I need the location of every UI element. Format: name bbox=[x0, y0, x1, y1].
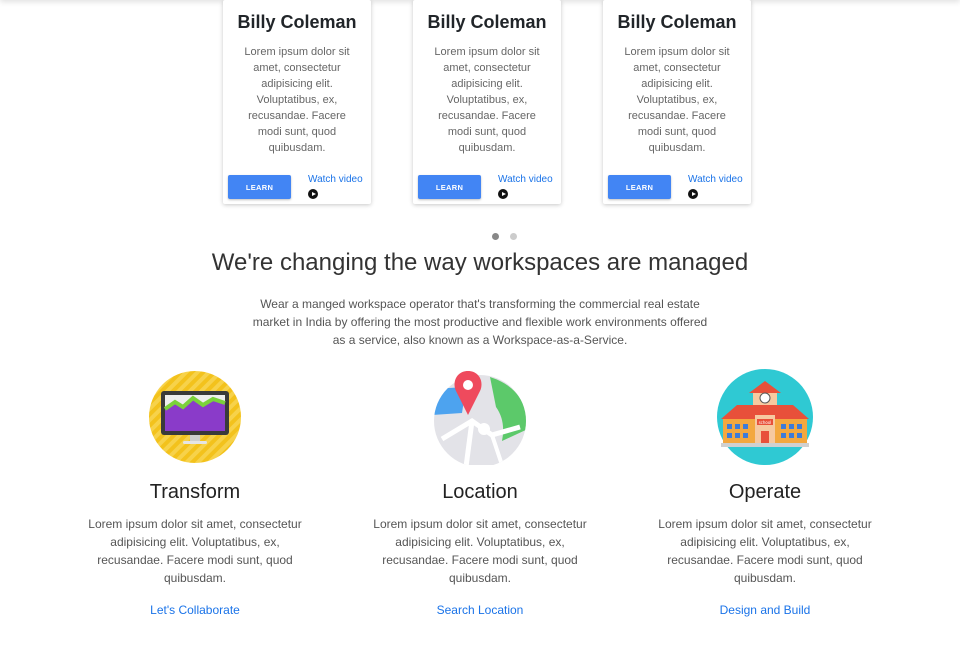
feature-title-location: Location bbox=[442, 481, 518, 503]
profile-card: Billy Coleman Lorem ipsum dolor sit amet… bbox=[413, 0, 561, 204]
feature-text-transform: Lorem ipsum dolor sit amet, consectetur … bbox=[88, 517, 302, 585]
school-building-icon: school bbox=[717, 369, 813, 465]
profile-card: Billy Coleman Lorem ipsum dolor sit amet… bbox=[603, 0, 751, 204]
feature-text-operate: Lorem ipsum dolor sit amet, consectetur … bbox=[658, 517, 872, 585]
learn-button[interactable]: LEARN bbox=[608, 175, 671, 199]
card-name: Billy Coleman bbox=[617, 12, 737, 32]
feature-text-location: Lorem ipsum dolor sit amet, consectetur … bbox=[373, 517, 587, 585]
design-and-build-link[interactable]: Design and Build bbox=[650, 603, 880, 617]
carousel-dot-2[interactable] bbox=[510, 233, 517, 240]
watch-video-link[interactable]: Watch video bbox=[498, 174, 553, 185]
search-location-link[interactable]: Search Location bbox=[365, 603, 595, 617]
feature-title-operate: Operate bbox=[728, 481, 802, 503]
card-name: Billy Coleman bbox=[427, 12, 547, 32]
lets-collaborate-link[interactable]: Let's Collaborate bbox=[80, 603, 310, 617]
card-description: Lorem ipsum dolor sit amet, consectetur … bbox=[434, 46, 540, 154]
monitor-chart-icon bbox=[147, 369, 243, 465]
watch-video-link[interactable]: Watch video bbox=[688, 174, 743, 185]
play-icon[interactable] bbox=[308, 189, 318, 199]
play-icon[interactable] bbox=[688, 189, 698, 199]
card-description: Lorem ipsum dolor sit amet, consectetur … bbox=[244, 46, 350, 154]
map-pin-icon bbox=[432, 369, 528, 467]
school-sign-text: school bbox=[759, 420, 772, 425]
feature-title-transform: Transform bbox=[149, 481, 241, 503]
card-name: Billy Coleman bbox=[237, 12, 357, 32]
watch-video-link[interactable]: Watch video bbox=[308, 174, 363, 185]
learn-button[interactable]: LEARN bbox=[418, 175, 481, 199]
carousel-dot-1[interactable] bbox=[492, 233, 499, 240]
section-intro: Wear a manged workspace operator that's … bbox=[252, 297, 708, 347]
section-headline: We're changing the way workspaces are ma… bbox=[211, 249, 749, 276]
profile-card: Billy Coleman Lorem ipsum dolor sit amet… bbox=[223, 0, 371, 204]
play-icon[interactable] bbox=[498, 189, 508, 199]
card-description: Lorem ipsum dolor sit amet, consectetur … bbox=[624, 46, 730, 154]
learn-button[interactable]: LEARN bbox=[228, 175, 291, 199]
